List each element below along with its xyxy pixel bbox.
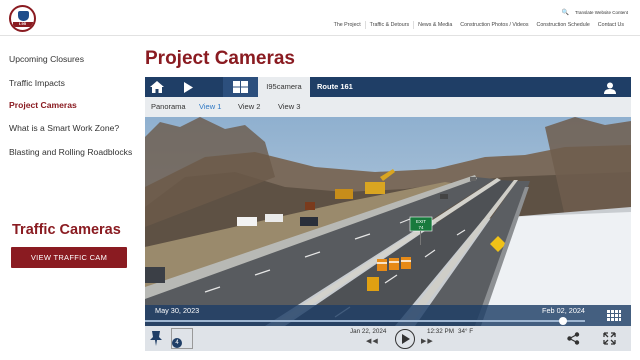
exit-sign-bottom: 74: [418, 225, 424, 230]
current-date: Jan 22, 2024: [350, 328, 387, 335]
view-traffic-cam-button[interactable]: VIEW TRAFFIC CAM: [11, 247, 127, 268]
play-forward-icon[interactable]: [181, 77, 195, 97]
camera-toolbar: I95camera Route 161: [145, 77, 631, 97]
sidebar-item-blasting[interactable]: Blasting and Rolling Roadblocks: [9, 147, 132, 157]
traffic-cameras-heading: Traffic Cameras: [12, 222, 121, 238]
temperature: 34° F: [458, 328, 474, 335]
calendar-grid-icon[interactable]: [607, 309, 621, 327]
nav-construction-photos[interactable]: Construction Photos / Videos: [456, 21, 532, 29]
sidebar-item-smart-work-zone[interactable]: What is a Smart Work Zone?: [9, 123, 119, 133]
sidebar-item-upcoming-closures[interactable]: Upcoming Closures: [9, 54, 84, 64]
nav-contact-us[interactable]: Contact Us: [594, 21, 628, 29]
fullscreen-icon[interactable]: [603, 332, 616, 350]
grid-view-button[interactable]: [223, 77, 258, 97]
site-logo[interactable]: I-95: [9, 5, 36, 32]
grid-icon: [233, 81, 248, 93]
home-icon[interactable]: [149, 77, 165, 97]
sidebar-item-traffic-impacts[interactable]: Traffic Impacts: [9, 78, 65, 88]
pin-icon[interactable]: [150, 331, 162, 351]
timeline-slider-handle[interactable]: [559, 317, 567, 325]
tab-view-1[interactable]: View 1: [199, 97, 221, 116]
timeline-bar[interactable]: May 30, 2023 Feb 02, 2024: [145, 305, 631, 326]
main-nav: The Project Traffic & Detours News & Med…: [330, 21, 628, 29]
sidebar-item-project-cameras[interactable]: Project Cameras: [9, 100, 77, 110]
page-title: Project Cameras: [145, 48, 295, 69]
translate-bar: 🔍 Translate Website Content: [561, 9, 628, 16]
tab-route-161[interactable]: Route 161: [317, 77, 353, 97]
layer-count-badge: 4: [172, 338, 182, 348]
tab-panorama[interactable]: Panorama: [151, 97, 186, 116]
playback-controls: 4 Jan 22, 2024 ◀◀ ▶▶ 12:32 PM 34° F: [145, 326, 631, 351]
tab-view-2[interactable]: View 2: [238, 97, 260, 116]
play-button[interactable]: [395, 329, 415, 349]
nav-the-project[interactable]: The Project: [330, 21, 365, 29]
translate-link[interactable]: Translate Website Content: [575, 10, 628, 15]
timeline-start-date: May 30, 2023: [155, 306, 200, 315]
logo-shield-icon: [18, 11, 29, 21]
rewind-icon[interactable]: ◀◀: [366, 337, 379, 345]
camera-image[interactable]: EXIT 74: [145, 117, 631, 326]
tab-i95camera[interactable]: I95camera: [258, 77, 310, 97]
highway-scene: EXIT 74: [145, 117, 631, 326]
logo-text: I-95: [19, 21, 26, 26]
nav-traffic-detours[interactable]: Traffic & Detours: [364, 21, 415, 29]
nav-news-media[interactable]: News & Media: [414, 21, 456, 29]
search-icon[interactable]: 🔍: [561, 9, 568, 16]
exit-sign-top: EXIT: [416, 219, 426, 224]
tab-view-3[interactable]: View 3: [278, 97, 300, 116]
site-header: I-95 🔍 Translate Website Content The Pro…: [0, 0, 640, 36]
share-icon[interactable]: [567, 332, 580, 350]
sidebar: Upcoming Closures Traffic Impacts Projec…: [0, 36, 140, 360]
view-tabs: Panorama View 1 View 2 View 3: [145, 97, 631, 117]
timeline-end-date: Feb 02, 2024: [541, 306, 585, 315]
fast-forward-icon[interactable]: ▶▶: [421, 337, 434, 345]
timeline-track[interactable]: [145, 320, 585, 322]
current-time: 12:32 PM: [427, 328, 454, 335]
nav-construction-schedule[interactable]: Construction Schedule: [533, 21, 594, 29]
